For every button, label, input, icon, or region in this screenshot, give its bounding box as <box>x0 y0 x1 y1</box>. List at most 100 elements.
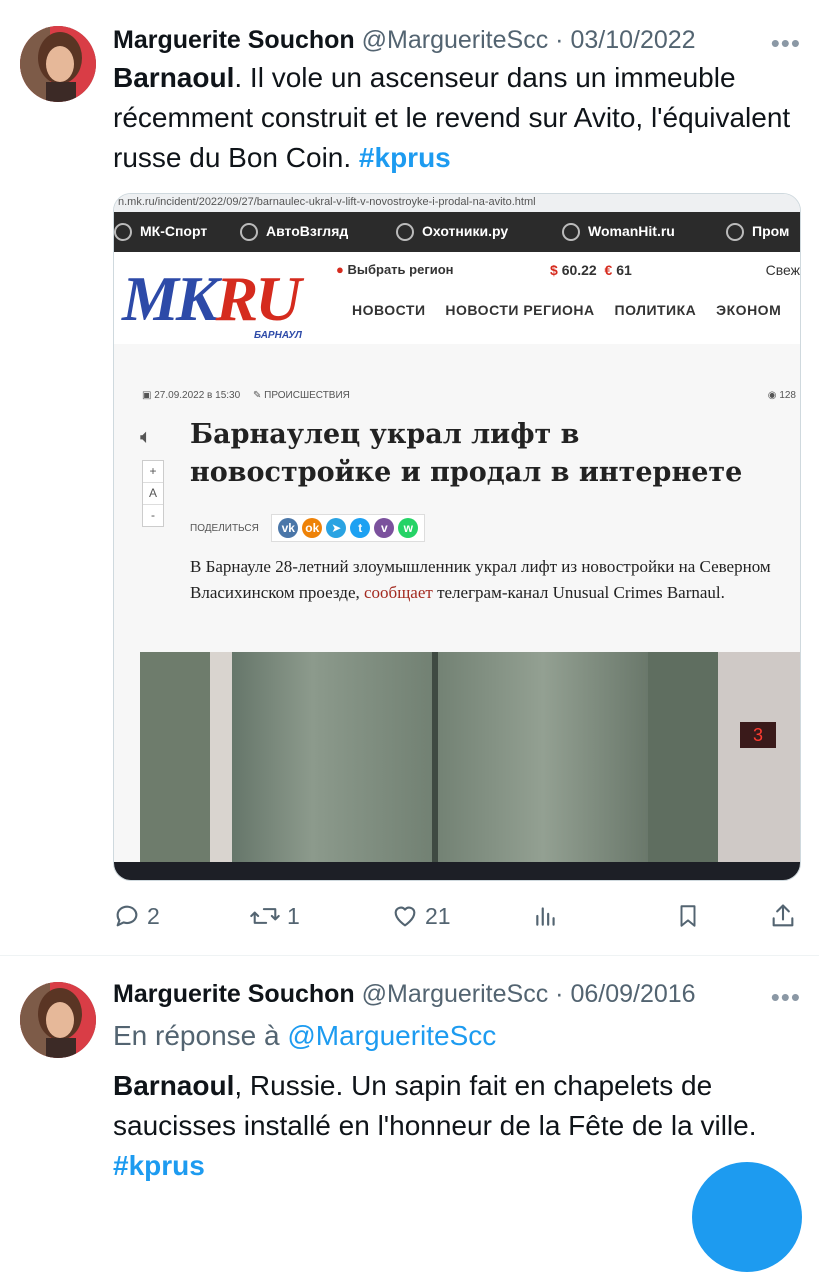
article-date: 27.09.2022 в 15:30 <box>154 390 241 401</box>
tweet-text: Barnaoul, Russie. Un sapin fait en chape… <box>113 1066 793 1186</box>
nav-item: ПОЛИТИКА <box>614 302 697 318</box>
odnoklassniki-icon: ok <box>302 518 323 538</box>
viber-icon: v <box>374 518 395 538</box>
elevator-frame <box>648 652 718 862</box>
calendar-icon: ▣ <box>142 390 152 401</box>
avatar-photo <box>20 982 96 1058</box>
views-button[interactable] <box>533 898 559 934</box>
reply-count: 2 <box>147 902 160 929</box>
elevator-door-left <box>232 652 432 862</box>
elevator-panel <box>718 652 800 862</box>
partner-label: АвтоВзгляд <box>266 223 349 239</box>
nav-item: НОВОСТИ <box>352 302 426 318</box>
whatsapp-icon: w <box>398 518 419 538</box>
author-name[interactable]: Marguerite Souchon <box>113 26 355 54</box>
share-row: ПОДЕЛИТЬСЯ vk ok ➤ t v w <box>190 514 426 542</box>
fresh-label: Свеж <box>765 262 800 278</box>
partner-icon <box>240 223 258 242</box>
vk-icon: vk <box>278 518 299 538</box>
share-label: ПОДЕЛИТЬСЯ <box>190 522 259 534</box>
reply-context: En réponse à @MargueriteScc <box>113 1020 496 1052</box>
elevator-frame <box>210 652 232 862</box>
retweet-count: 1 <box>287 902 300 929</box>
reply-prefix: En réponse à <box>113 1020 280 1051</box>
twitter-icon: t <box>350 518 371 538</box>
analytics-icon <box>536 907 555 926</box>
mk-nav: НОВОСТИ НОВОСТИ РЕГИОНА ПОЛИТИКА ЭКОНОМ <box>352 302 797 318</box>
partner-link: WomanHit.ru <box>562 223 675 242</box>
font-size-controls: + A - <box>142 460 164 527</box>
article-views: ◉ 128 <box>768 390 796 401</box>
eye-icon: ◉ <box>767 390 777 401</box>
heart-icon <box>394 906 416 927</box>
retweet-icon <box>250 908 280 924</box>
tweet-header: Marguerite Souchon @MargueriteScc · 06/0… <box>113 980 696 1009</box>
author-handle[interactable]: @MargueriteScc <box>362 980 549 1008</box>
tweet-media-image[interactable]: n.mk.ru/incident/2022/09/27/barnaulec-uk… <box>113 193 801 881</box>
avatar[interactable] <box>20 982 96 1058</box>
author-name[interactable]: Marguerite Souchon <box>113 980 355 1008</box>
region-label: Выбрать регион <box>347 262 454 277</box>
tweet-text-bold: Barnaoul <box>113 1070 235 1101</box>
tweet-header: Marguerite Souchon @MargueriteScc · 03/1… <box>113 26 696 55</box>
author-handle[interactable]: @MargueriteScc <box>362 26 549 54</box>
usd-symbol: $ <box>550 262 558 278</box>
region-selector: ● Выбрать регион <box>336 262 454 277</box>
share-button[interactable] <box>769 898 797 934</box>
tweet-date[interactable]: 03/10/2022 <box>570 26 695 54</box>
mk-header: MKRU БАРНАУЛ ● Выбрать регион $ 60.22 € … <box>114 252 800 345</box>
article-lede: В Барнауле 28-летний злоумышленник украл… <box>190 554 790 606</box>
nav-item: НОВОСТИ РЕГИОНА <box>445 302 595 318</box>
retweet-button[interactable]: 1 <box>249 898 300 934</box>
views-count: 128 <box>779 390 796 401</box>
lede-link: сообщает <box>364 583 433 602</box>
reply-icon <box>116 905 138 927</box>
usd-rate: 60.22 <box>561 262 597 278</box>
separator: · <box>555 26 564 54</box>
tweet-text-bold: Barnaoul <box>113 62 235 93</box>
mk-logo: MKRU <box>122 262 301 336</box>
avatar[interactable] <box>20 26 96 102</box>
logo-mk: MK <box>122 263 219 334</box>
partner-label: Пром <box>752 223 790 239</box>
more-options-icon[interactable]: ••• <box>771 982 801 1013</box>
pencil-icon: ✎ <box>252 390 262 401</box>
article-meta: ▣ 27.09.2022 в 15:30 ✎ ПРОИСШЕСТВИЯ <box>142 390 350 401</box>
reply-button[interactable]: 2 <box>113 898 160 934</box>
partner-label: Охотники.ру <box>422 223 509 239</box>
font-reset: A <box>143 483 163 505</box>
pin-icon: ● <box>336 262 344 277</box>
partner-link: АвтоВзгляд <box>240 223 349 242</box>
reply-mention-link[interactable]: @MargueriteScc <box>287 1020 496 1051</box>
browser-url: n.mk.ru/incident/2022/09/27/barnaulec-uk… <box>114 194 800 212</box>
partner-icon <box>114 223 132 242</box>
partner-icon <box>396 223 414 242</box>
article-category: ПРОИСШЕСТВИЯ <box>264 390 350 401</box>
like-button[interactable]: 21 <box>391 898 451 934</box>
tweet-1[interactable]: Marguerite Souchon @MargueriteScc · 03/1… <box>0 0 819 955</box>
partner-link: Пром <box>726 223 790 242</box>
partner-link: Охотники.ру <box>396 223 509 242</box>
tweet-date[interactable]: 06/09/2016 <box>570 980 695 1008</box>
avatar-photo <box>20 26 96 102</box>
hashtag-link[interactable]: #kprus <box>113 1150 205 1181</box>
partner-label: WomanHit.ru <box>588 223 675 239</box>
separator: · <box>555 980 564 1008</box>
font-decrease: - <box>151 508 155 522</box>
lede-text-end: телеграм-канал Unusual Crimes Barnaul. <box>432 583 725 602</box>
hashtag-link[interactable]: #kprus <box>359 142 451 173</box>
elevator-door-right <box>438 652 648 862</box>
telegram-icon: ➤ <box>326 518 347 538</box>
os-taskbar <box>114 862 800 880</box>
compose-tweet-button[interactable] <box>692 1162 802 1272</box>
elevator-wall <box>140 652 210 862</box>
speaker-icon: 🔈︎ <box>140 426 152 448</box>
currency-rates: $ 60.22 € 61 <box>550 262 632 278</box>
partner-icon <box>562 223 580 242</box>
partner-bar: МК-Спорт АвтоВзгляд Охотники.ру WomanHit… <box>114 212 800 252</box>
partner-label: МК-Спорт <box>140 223 208 239</box>
more-options-icon[interactable]: ••• <box>771 28 801 59</box>
tweet-2[interactable]: Marguerite Souchon @MargueriteScc · 06/0… <box>0 956 819 1200</box>
logo-city: БАРНАУЛ <box>254 330 302 341</box>
bookmark-button[interactable] <box>675 898 701 934</box>
